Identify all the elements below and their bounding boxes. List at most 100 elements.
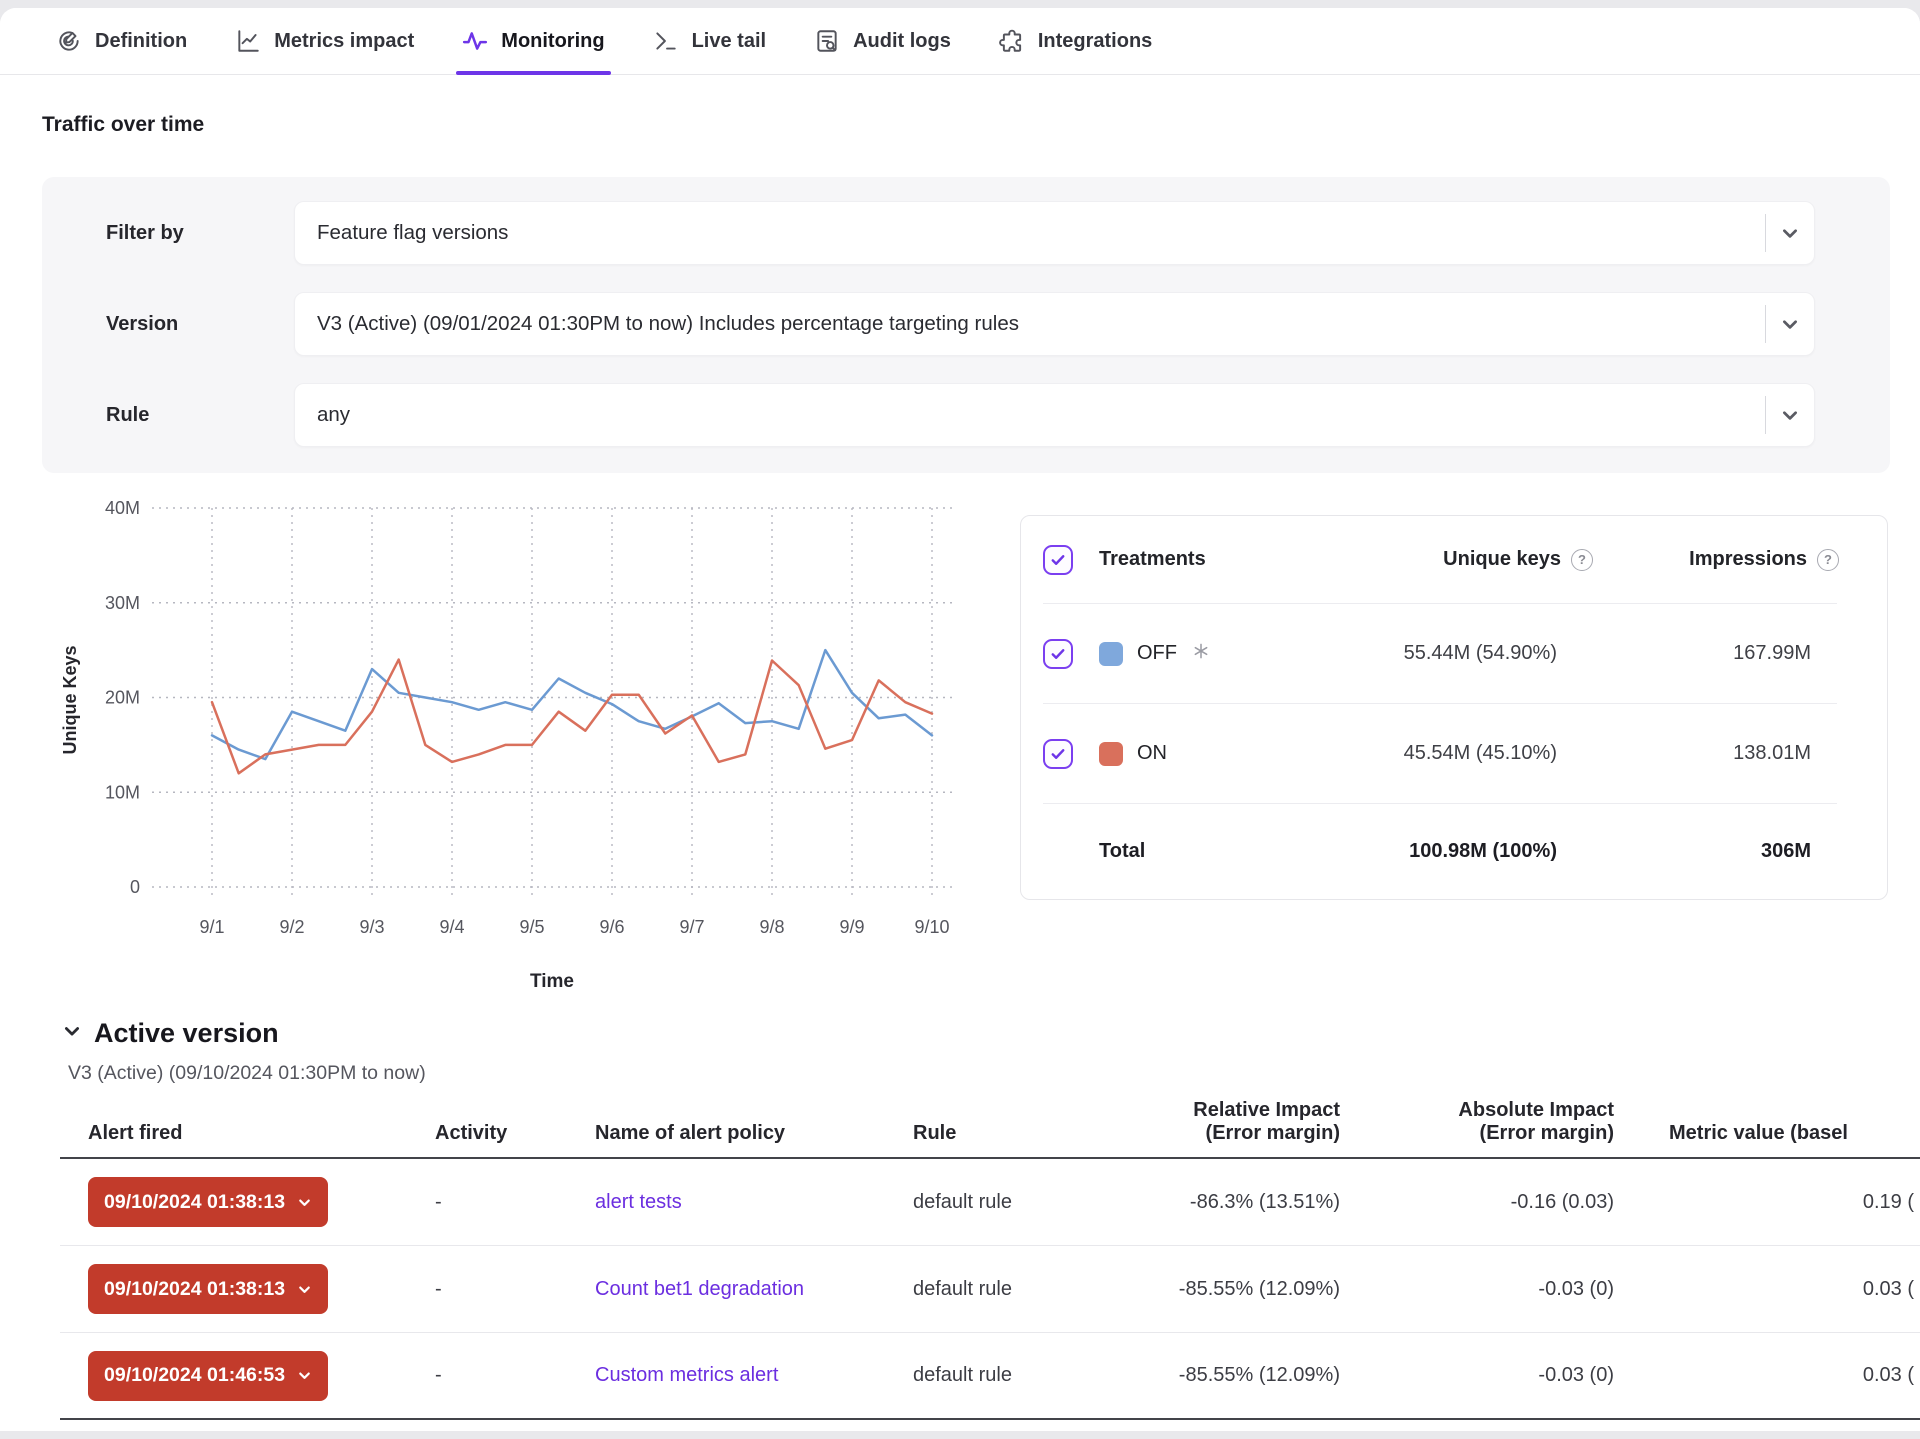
activity-value: - [435, 1191, 595, 1214]
treatments-header-row: Treatments Unique keys ? Impressions ? [1043, 516, 1837, 604]
alert-row: 09/10/2024 01:38:13 - alert tests defaul… [60, 1159, 1920, 1246]
on-color-swatch [1099, 742, 1123, 766]
svg-text:Time: Time [530, 971, 574, 992]
off-treatment-checkbox[interactable] [1043, 639, 1073, 669]
alert-policy-header: Name of alert policy [595, 1122, 913, 1145]
puzzle-icon [999, 28, 1025, 54]
chevron-down-icon[interactable] [1766, 406, 1814, 424]
treatment-row-on: ON 45.54M (45.10%) 138.01M [1043, 704, 1837, 804]
page-title: Traffic over time [42, 75, 1920, 137]
metric-value: 0.03 ( [1614, 1278, 1914, 1301]
total-label: Total [1099, 840, 1263, 863]
default-treatment-icon [1191, 641, 1211, 667]
relative-impact-value: -86.3% (13.51%) [1150, 1191, 1340, 1214]
svg-text:20M: 20M [105, 688, 140, 708]
treatment-row-off: OFF 55.44M (54.90%) 167.99M [1043, 604, 1837, 704]
definition-icon [56, 28, 82, 54]
chevron-down-icon [297, 1195, 312, 1210]
treatments-card: Treatments Unique keys ? Impressions ? [1020, 515, 1888, 900]
svg-text:40M: 40M [105, 498, 140, 518]
chevron-down-icon [297, 1282, 312, 1297]
tab-label: Metrics impact [274, 30, 414, 53]
alert-policy-link[interactable]: alert tests [595, 1191, 682, 1213]
filter-row-filter-by: Filter by Feature flag versions [106, 201, 1815, 265]
metric-value-header: Metric value (basel [1614, 1122, 1914, 1145]
rule-value: default rule [913, 1278, 1150, 1301]
tab-audit-logs[interactable]: Audit logs [814, 8, 951, 74]
off-color-swatch [1099, 642, 1123, 666]
on-treatment-checkbox[interactable] [1043, 739, 1073, 769]
alert-policy-link[interactable]: Custom metrics alert [595, 1364, 778, 1386]
activity-header: Activity [435, 1122, 595, 1145]
absolute-impact-value: -0.16 (0.03) [1340, 1191, 1614, 1214]
version-value: V3 (Active) (09/01/2024 01:30PM to now) … [317, 312, 1765, 336]
svg-text:0: 0 [130, 877, 140, 897]
svg-text:9/2: 9/2 [279, 917, 304, 937]
version-select[interactable]: V3 (Active) (09/01/2024 01:30PM to now) … [294, 292, 1815, 356]
chevron-down-icon[interactable] [1766, 224, 1814, 242]
svg-text:10M: 10M [105, 782, 140, 802]
tab-integrations[interactable]: Integrations [999, 8, 1152, 74]
svg-text:9/7: 9/7 [679, 917, 704, 937]
tab-monitoring[interactable]: Monitoring [462, 8, 604, 74]
absolute-impact-value: -0.03 (0) [1340, 1278, 1614, 1301]
svg-text:9/9: 9/9 [839, 917, 864, 937]
rule-label: Rule [106, 404, 294, 427]
tab-definition[interactable]: Definition [56, 8, 187, 74]
active-version-title: Active version [94, 1018, 279, 1049]
svg-text:Unique Keys: Unique Keys [60, 645, 80, 754]
svg-text:9/6: 9/6 [599, 917, 624, 937]
select-all-checkbox[interactable] [1043, 545, 1073, 575]
on-impressions: 138.01M [1593, 742, 1839, 765]
off-unique-keys: 55.44M (54.90%) [1263, 642, 1593, 665]
absolute-impact-header: Absolute Impact (Error margin) [1340, 1099, 1614, 1145]
metric-value: 0.03 ( [1614, 1364, 1914, 1387]
alert-row: 09/10/2024 01:38:13 - Count bet1 degrada… [60, 1246, 1920, 1333]
relative-impact-value: -85.55% (12.09%) [1150, 1364, 1340, 1387]
treatment-name: ON [1137, 742, 1167, 765]
tab-live-tail[interactable]: Live tail [653, 8, 766, 74]
unique-keys-column-header: Unique keys [1443, 548, 1561, 571]
tab-bar: Definition Metrics impact Monitoring [0, 8, 1920, 75]
alert-fired-time: 09/10/2024 01:46:53 [104, 1364, 285, 1387]
metric-value: 0.19 ( [1614, 1191, 1914, 1214]
alert-fired-badge[interactable]: 09/10/2024 01:38:13 [88, 1177, 328, 1227]
alert-policy-link[interactable]: Count bet1 degradation [595, 1278, 804, 1300]
filter-row-version: Version V3 (Active) (09/01/2024 01:30PM … [106, 292, 1815, 356]
svg-text:9/5: 9/5 [519, 917, 544, 937]
tab-metrics-impact[interactable]: Metrics impact [235, 8, 414, 74]
filter-row-rule: Rule any [106, 383, 1815, 447]
chevron-down-icon[interactable] [1766, 315, 1814, 333]
rule-select[interactable]: any [294, 383, 1815, 447]
tab-label: Live tail [692, 30, 766, 53]
svg-text:9/1: 9/1 [199, 917, 224, 937]
rule-header: Rule [913, 1122, 1150, 1145]
treatments-total-row: Total 100.98M (100%) 306M [1043, 804, 1837, 899]
rule-value: default rule [913, 1191, 1150, 1214]
svg-text:9/4: 9/4 [439, 917, 464, 937]
rule-value: default rule [913, 1364, 1150, 1387]
off-impressions: 167.99M [1593, 642, 1839, 665]
alert-fired-badge[interactable]: 09/10/2024 01:38:13 [88, 1264, 328, 1314]
alerts-table: Alert fired Activity Name of alert polic… [60, 1099, 1920, 1420]
total-unique-keys: 100.98M (100%) [1263, 840, 1593, 863]
svg-text:9/8: 9/8 [759, 917, 784, 937]
help-icon[interactable]: ? [1571, 549, 1593, 571]
alerts-header-row: Alert fired Activity Name of alert polic… [60, 1099, 1920, 1159]
filter-by-value: Feature flag versions [317, 221, 1765, 245]
alert-fired-badge[interactable]: 09/10/2024 01:46:53 [88, 1351, 328, 1401]
filter-panel: Filter by Feature flag versions Version … [42, 177, 1890, 473]
tab-label: Monitoring [501, 30, 604, 53]
active-version-toggle[interactable]: Active version [42, 1018, 1920, 1049]
tab-label: Definition [95, 30, 187, 53]
main-window: Definition Metrics impact Monitoring [0, 8, 1920, 1431]
filter-by-select[interactable]: Feature flag versions [294, 201, 1815, 265]
rule-value: any [317, 403, 1765, 427]
impressions-column-header: Impressions [1689, 548, 1807, 571]
relative-impact-header: Relative Impact (Error margin) [1150, 1099, 1340, 1145]
treatment-name: OFF [1137, 642, 1177, 665]
absolute-impact-value: -0.03 (0) [1340, 1364, 1614, 1387]
help-icon[interactable]: ? [1817, 549, 1839, 571]
alert-fired-time: 09/10/2024 01:38:13 [104, 1191, 285, 1214]
active-version-subtitle: V3 (Active) (09/10/2024 01:30PM to now) [42, 1062, 1920, 1085]
